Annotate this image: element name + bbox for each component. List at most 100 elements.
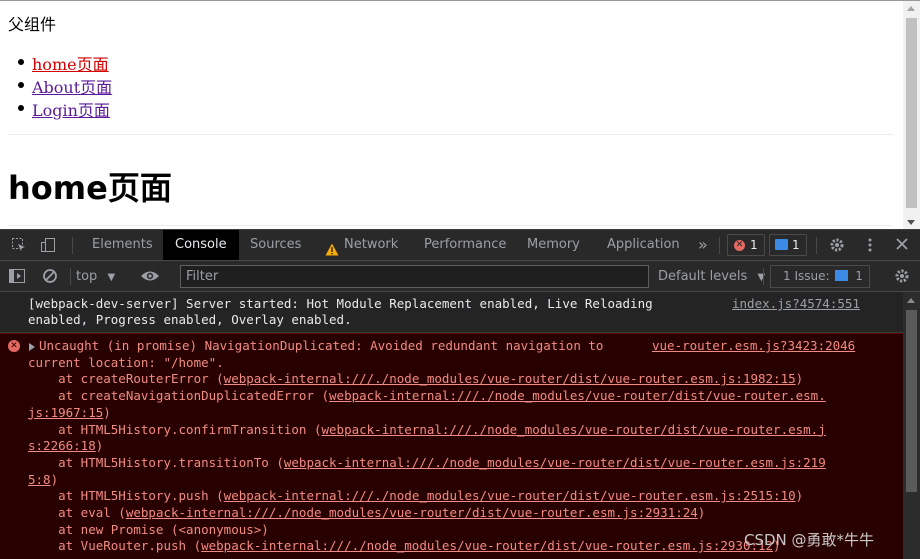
stack-trace-line: at eval (webpack-internal:///./node_modu… bbox=[28, 505, 705, 522]
stack-trace-text: ) bbox=[697, 505, 706, 520]
gear-icon[interactable] bbox=[828, 237, 846, 253]
more-tabs-icon[interactable]: » bbox=[686, 230, 720, 260]
chevron-down-icon: ▼ bbox=[107, 272, 116, 283]
stack-trace-link[interactable]: webpack-internal:///./node_modules/vue-r… bbox=[126, 505, 698, 520]
info-message-text: [webpack-dev-server] Server started: Hot… bbox=[28, 296, 653, 327]
stack-trace-text: at eval ( bbox=[28, 505, 126, 520]
separator bbox=[72, 237, 73, 254]
stack-trace-text: ) bbox=[795, 488, 804, 504]
scroll-thumb[interactable] bbox=[906, 310, 917, 492]
parent-component-text: 父组件 bbox=[8, 15, 57, 34]
list-item: home页面 bbox=[17, 51, 112, 74]
stack-trace-link[interactable]: webpack-internal:///./node_modules/vue-r… bbox=[224, 488, 796, 503]
context-value: top bbox=[76, 269, 98, 284]
tab-application[interactable]: Application bbox=[595, 230, 692, 260]
stack-trace-link[interactable]: 5:8 bbox=[28, 472, 51, 487]
console-output: [webpack-dev-server] Server started: Hot… bbox=[0, 292, 903, 559]
stack-trace-text: ) bbox=[50, 471, 59, 487]
error-source-link[interactable]: vue-router.esm.js?3423:2046 bbox=[652, 338, 855, 353]
stack-trace-line: js:1967:15) bbox=[28, 405, 111, 422]
watermark: CSDN @勇敢*牛牛 bbox=[744, 531, 875, 549]
stack-trace-text: at HTML5History.confirmTransition ( bbox=[28, 421, 322, 437]
issues-label: 1 Issue: bbox=[783, 269, 830, 283]
stack-trace-text: at VueRouter.push ( bbox=[28, 538, 202, 554]
stack-trace-line: current location: "/home". bbox=[28, 355, 224, 372]
stack-trace-line: s:2266:18) bbox=[28, 438, 103, 455]
tab-elements[interactable]: Elements bbox=[80, 230, 165, 260]
console-settings-gear-icon[interactable] bbox=[893, 268, 911, 284]
scroll-thumb[interactable] bbox=[906, 18, 917, 208]
stack-trace-text: current location: "/home". bbox=[28, 354, 224, 370]
issues-button[interactable]: 1 Issue: 1 bbox=[770, 265, 870, 288]
stack-trace-text: at createNavigationDuplicatedError ( bbox=[28, 388, 330, 404]
console-scrollbar[interactable] bbox=[903, 292, 920, 559]
stack-trace-line: at HTML5History.confirmTransition (webpa… bbox=[28, 422, 826, 439]
scroll-up-arrow-icon[interactable] bbox=[907, 298, 915, 303]
home-link[interactable]: home页面 bbox=[32, 55, 109, 74]
stack-trace-line: at createNavigationDuplicatedError (webp… bbox=[28, 388, 826, 405]
error-count-badge[interactable]: ✕ 1 bbox=[727, 234, 765, 256]
page-scrollbar[interactable] bbox=[903, 1, 920, 229]
live-expression-icon[interactable] bbox=[140, 268, 160, 284]
issues-count: 1 bbox=[855, 269, 863, 283]
stack-trace-text: at createRouterError ( bbox=[28, 371, 224, 387]
stack-trace-text: ) bbox=[103, 404, 111, 420]
stack-trace-link[interactable]: webpack-internal:///./node_modules/vue-r… bbox=[329, 388, 826, 403]
expand-caret-icon[interactable] bbox=[29, 343, 35, 351]
console-message-info: [webpack-dev-server] Server started: Hot… bbox=[0, 292, 903, 333]
filter-input[interactable] bbox=[180, 265, 649, 288]
stack-trace-text: at new Promise (<anonymous>) bbox=[28, 521, 269, 537]
stack-trace-text: Uncaught (in promise) NavigationDuplicat… bbox=[39, 338, 611, 353]
stack-trace-line: at createRouterError (webpack-internal:/… bbox=[28, 371, 803, 388]
list-item: Login页面 bbox=[17, 97, 112, 120]
log-levels-select[interactable]: Default levels ▼ bbox=[658, 267, 765, 288]
separator bbox=[816, 237, 817, 254]
log-levels-value: Default levels bbox=[658, 269, 748, 284]
message-icon bbox=[775, 239, 788, 250]
separator bbox=[763, 268, 764, 285]
close-icon[interactable] bbox=[893, 237, 911, 253]
stack-trace-line: at VueRouter.push (webpack-internal:///.… bbox=[28, 538, 780, 555]
stack-trace-link[interactable]: webpack-internal:///./node_modules/vue-r… bbox=[224, 371, 796, 386]
router-nav-list: home页面 About页面 Login页面 bbox=[17, 51, 112, 120]
page-viewport: 父组件 home页面 About页面 Login页面 home页面 bbox=[0, 0, 920, 229]
divider bbox=[8, 225, 893, 226]
message-count-badge[interactable]: 1 bbox=[769, 234, 807, 256]
tab-memory[interactable]: Memory bbox=[515, 230, 592, 260]
stack-trace-link[interactable]: s:2266:18 bbox=[28, 438, 96, 453]
clear-console-icon[interactable] bbox=[41, 268, 59, 284]
device-toolbar-icon[interactable] bbox=[40, 237, 58, 253]
tab-network[interactable]: Network bbox=[312, 230, 410, 260]
stack-trace-text: ) bbox=[795, 371, 804, 387]
about-link[interactable]: About页面 bbox=[32, 78, 112, 97]
scroll-down-arrow-icon[interactable] bbox=[907, 220, 915, 225]
kebab-menu-icon[interactable] bbox=[861, 237, 879, 253]
stack-trace-text: at HTML5History.push ( bbox=[28, 488, 224, 504]
console-toolbar: top ▼ Default levels ▼ 1 Issue: 1 bbox=[0, 261, 920, 292]
divider bbox=[8, 134, 893, 135]
message-count: 1 bbox=[792, 238, 800, 252]
stack-trace-line: at HTML5History.push (webpack-internal:/… bbox=[28, 488, 803, 505]
list-item: About页面 bbox=[17, 74, 112, 97]
stack-trace-line: at new Promise (<anonymous>) bbox=[28, 522, 269, 539]
devtools-panel: Elements Console Sources Network Perform… bbox=[0, 229, 920, 559]
login-link[interactable]: Login页面 bbox=[32, 101, 110, 120]
info-source-link[interactable]: index.js?4574:551 bbox=[732, 296, 860, 311]
error-icon: ✕ bbox=[8, 340, 20, 352]
error-count: 1 bbox=[750, 238, 758, 252]
stack-trace-link[interactable]: webpack-internal:///./node_modules/vue-r… bbox=[284, 455, 826, 470]
stack-trace-link[interactable]: webpack-internal:///./node_modules/vue-r… bbox=[201, 538, 773, 553]
stack-trace-text: at HTML5History.transitionTo ( bbox=[28, 454, 284, 470]
tab-sources[interactable]: Sources bbox=[238, 230, 313, 260]
inspect-element-icon[interactable] bbox=[10, 237, 28, 253]
devtools-tabbar: Elements Console Sources Network Perform… bbox=[0, 230, 920, 261]
stack-trace-link[interactable]: webpack-internal:///./node_modules/vue-r… bbox=[322, 422, 826, 437]
separator bbox=[70, 268, 71, 285]
stack-trace-link[interactable]: js:1967:15 bbox=[28, 405, 103, 420]
tab-console[interactable]: Console bbox=[163, 230, 239, 260]
tab-performance[interactable]: Performance bbox=[412, 230, 518, 260]
sidebar-toggle-icon[interactable] bbox=[8, 268, 26, 284]
console-message-error: ✕ vue-router.esm.js?3423:2046 Uncaught (… bbox=[0, 333, 903, 559]
context-select[interactable]: top ▼ bbox=[76, 267, 115, 287]
scroll-up-arrow-icon[interactable] bbox=[907, 6, 915, 11]
